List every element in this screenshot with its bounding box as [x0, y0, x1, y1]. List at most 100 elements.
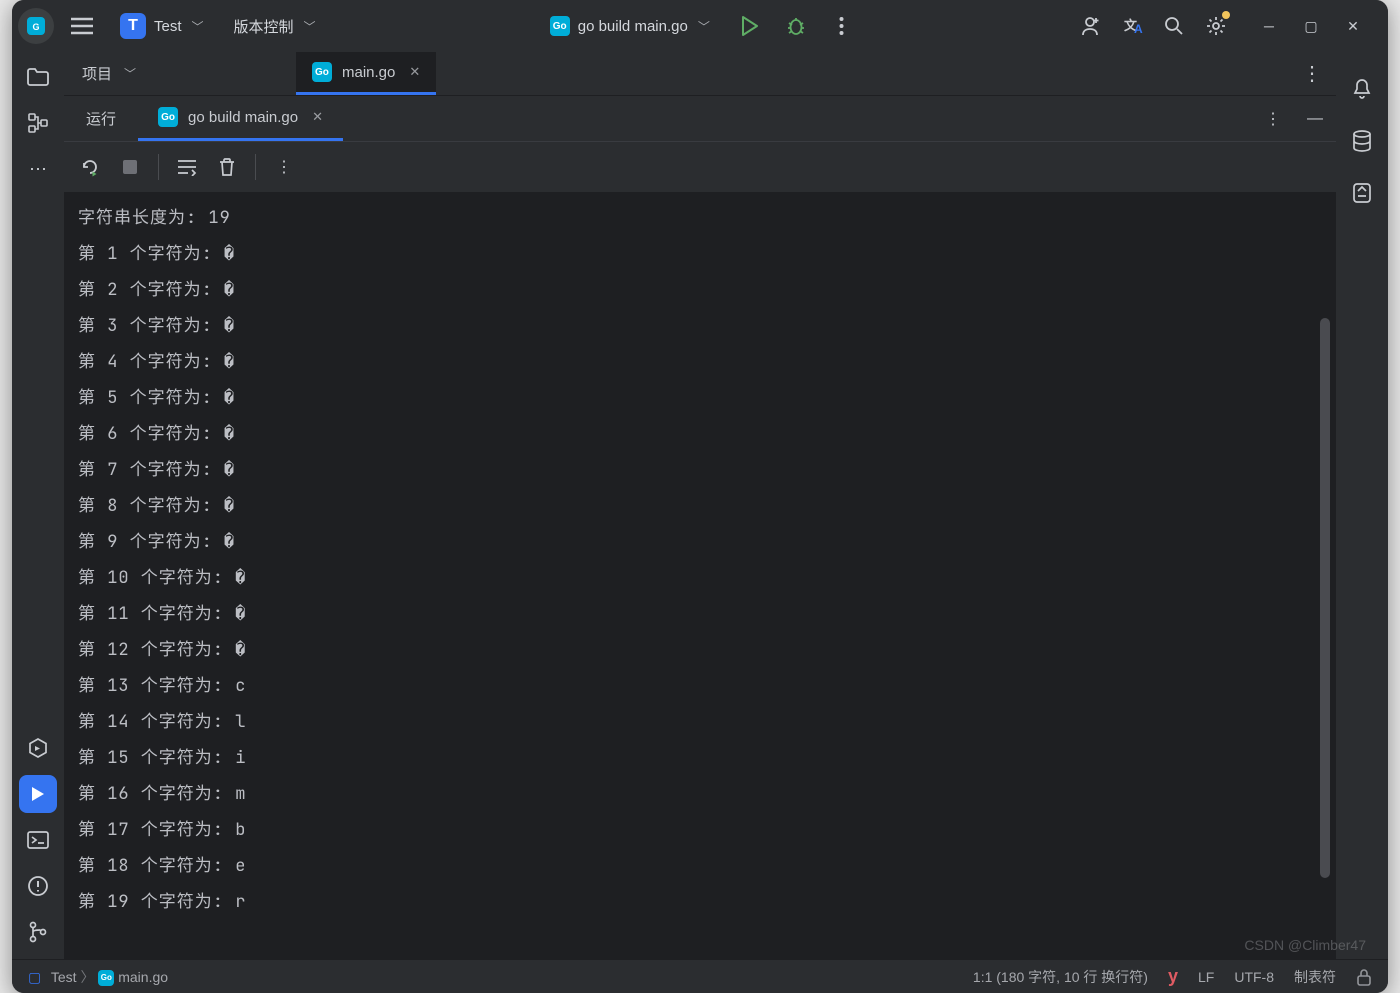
chevron-down-icon: ﹀ — [698, 18, 710, 35]
project-selector[interactable]: T Test ﹀ — [110, 9, 214, 43]
console-line: 第 10 个字符为: � — [78, 560, 1336, 596]
line-separator-widget[interactable]: LF — [1198, 969, 1214, 985]
upper-tabs-row: 项目 ﹀ main.go ✕ ⋮ — [64, 52, 1336, 96]
product-logo: G — [18, 8, 54, 44]
run-options-button[interactable]: ⋮ — [1252, 96, 1294, 141]
editor-tabs-more-button[interactable]: ⋮ — [1288, 52, 1336, 95]
run-tool-tab[interactable]: 运行 — [64, 96, 138, 141]
console-line: 第 19 个字符为: r — [78, 884, 1336, 920]
console-line: 第 17 个字符为: b — [78, 812, 1336, 848]
maximize-button[interactable]: ▢ — [1290, 8, 1332, 44]
stop-button[interactable] — [112, 149, 148, 185]
rerun-button[interactable] — [72, 149, 108, 185]
console-line: 第 14 个字符为: l — [78, 704, 1336, 740]
console-line: 字符串长度为: 19 — [78, 200, 1336, 236]
run-configuration-selector[interactable]: go build main.go ﹀ — [538, 10, 722, 42]
soft-wrap-button[interactable] — [169, 149, 205, 185]
project-name-label: Test — [154, 18, 182, 35]
console-line: 第 2 个字符为: � — [78, 272, 1336, 308]
problems-tool-button[interactable] — [19, 867, 57, 905]
more-tools-button[interactable]: ⋯ — [19, 150, 57, 188]
console-line: 第 3 个字符为: � — [78, 308, 1336, 344]
console-line: 第 13 个字符为: c — [78, 668, 1336, 704]
console-line: 第 9 个字符为: � — [78, 524, 1336, 560]
console-scrollbar[interactable] — [1320, 198, 1330, 953]
toolbar-divider — [158, 154, 159, 180]
go-file-icon — [158, 107, 178, 127]
chevron-down-icon: ﹀ — [304, 18, 316, 35]
encoding-widget[interactable]: UTF-8 — [1234, 969, 1274, 985]
database-tool-button[interactable] — [1343, 122, 1381, 160]
indent-widget[interactable]: 制表符 — [1294, 967, 1336, 987]
editor-tab-main-go[interactable]: main.go ✕ — [296, 52, 436, 95]
breadcrumb[interactable]: ▢ Test 〉 main.go — [28, 967, 168, 987]
readonly-lock-icon[interactable] — [1356, 968, 1372, 986]
search-everywhere-button[interactable] — [1156, 8, 1192, 44]
console-line: 第 5 个字符为: � — [78, 380, 1336, 416]
run-config-tab[interactable]: go build main.go ✕ — [138, 96, 343, 141]
go-file-icon — [312, 62, 332, 82]
run-tool-label: 运行 — [86, 108, 116, 129]
ide-window: G T Test ﹀ 版本控制 ﹀ go build main.go ﹀ — [12, 0, 1388, 993]
cursor-position-widget[interactable]: 1:1 (180 字符, 10 行 换行符) — [973, 967, 1148, 987]
project-view-dropdown[interactable]: 项目 ﹀ — [64, 52, 154, 95]
vcs-widget[interactable]: 版本控制 ﹀ — [224, 12, 326, 41]
hide-run-panel-button[interactable]: — — [1294, 96, 1336, 141]
toolbar-right-group: 文A ─ ▢ ✕ — [1072, 8, 1374, 44]
run-button[interactable] — [732, 8, 768, 44]
ai-assistant-button[interactable] — [1343, 174, 1381, 212]
console-line: 第 7 个字符为: � — [78, 452, 1336, 488]
more-run-options[interactable] — [824, 8, 860, 44]
minimize-button[interactable]: ─ — [1248, 8, 1290, 44]
svg-text:G: G — [32, 22, 39, 32]
console-line: 第 18 个字符为: e — [78, 848, 1336, 884]
translate-button[interactable]: 文A — [1114, 8, 1150, 44]
console-line: 第 12 个字符为: � — [78, 632, 1336, 668]
center-column: 项目 ﹀ main.go ✕ ⋮ 运行 go build main — [64, 52, 1336, 959]
go-file-icon — [98, 970, 114, 986]
notifications-button[interactable] — [1343, 70, 1381, 108]
module-icon: ▢ — [28, 969, 41, 985]
go-file-icon — [550, 16, 570, 36]
window-controls: ─ ▢ ✕ — [1248, 8, 1374, 44]
services-tool-button[interactable] — [19, 729, 57, 767]
code-with-me-button[interactable] — [1072, 8, 1108, 44]
console-output[interactable]: 字符串长度为: 19第 1 个字符为: �第 2 个字符为: �第 3 个字符为… — [64, 192, 1336, 959]
run-tool-window-header: 运行 go build main.go ✕ ⋮ — — [64, 96, 1336, 142]
run-config-label: go build main.go — [188, 109, 298, 126]
close-tab-icon[interactable]: ✕ — [312, 109, 323, 125]
svg-text:A: A — [1134, 22, 1143, 36]
breadcrumb-project: Test — [51, 969, 77, 985]
left-tool-rail: ⋯ — [12, 52, 64, 959]
project-view-label: 项目 — [82, 63, 112, 84]
run-tool-button[interactable] — [19, 775, 57, 813]
input-method-indicator[interactable]: y — [1168, 966, 1178, 987]
chevron-down-icon: ﹀ — [124, 65, 136, 82]
vcs-label: 版本控制 — [234, 16, 294, 37]
console-line: 第 15 个字符为: i — [78, 740, 1336, 776]
terminal-tool-button[interactable] — [19, 821, 57, 859]
run-target-label: go build main.go — [578, 18, 688, 35]
console-line: 第 16 个字符为: m — [78, 776, 1336, 812]
editor-tab-label: main.go — [342, 64, 395, 81]
project-tool-button[interactable] — [19, 58, 57, 96]
main-menu-button[interactable] — [64, 8, 100, 44]
close-window-button[interactable]: ✕ — [1332, 8, 1374, 44]
settings-button[interactable] — [1198, 8, 1234, 44]
debug-button[interactable] — [778, 8, 814, 44]
status-bar: ▢ Test 〉 main.go 1:1 (180 字符, 10 行 换行符) … — [12, 959, 1388, 993]
console-line: 第 6 个字符为: � — [78, 416, 1336, 452]
breadcrumb-file: main.go — [118, 969, 168, 985]
console-line: 第 1 个字符为: � — [78, 236, 1336, 272]
console-line: 第 8 个字符为: � — [78, 488, 1336, 524]
scrollbar-thumb[interactable] — [1320, 318, 1330, 878]
right-tool-rail — [1336, 52, 1388, 959]
close-tab-icon[interactable]: ✕ — [409, 64, 420, 80]
console-line: 第 11 个字符为: � — [78, 596, 1336, 632]
structure-tool-button[interactable] — [19, 104, 57, 142]
toolbar-more-button[interactable]: ⋮ — [266, 149, 302, 185]
console-line: 第 4 个字符为: � — [78, 344, 1336, 380]
run-controls-group: go build main.go ﹀ — [538, 8, 860, 44]
vcs-tool-button[interactable] — [19, 913, 57, 951]
clear-all-button[interactable] — [209, 149, 245, 185]
